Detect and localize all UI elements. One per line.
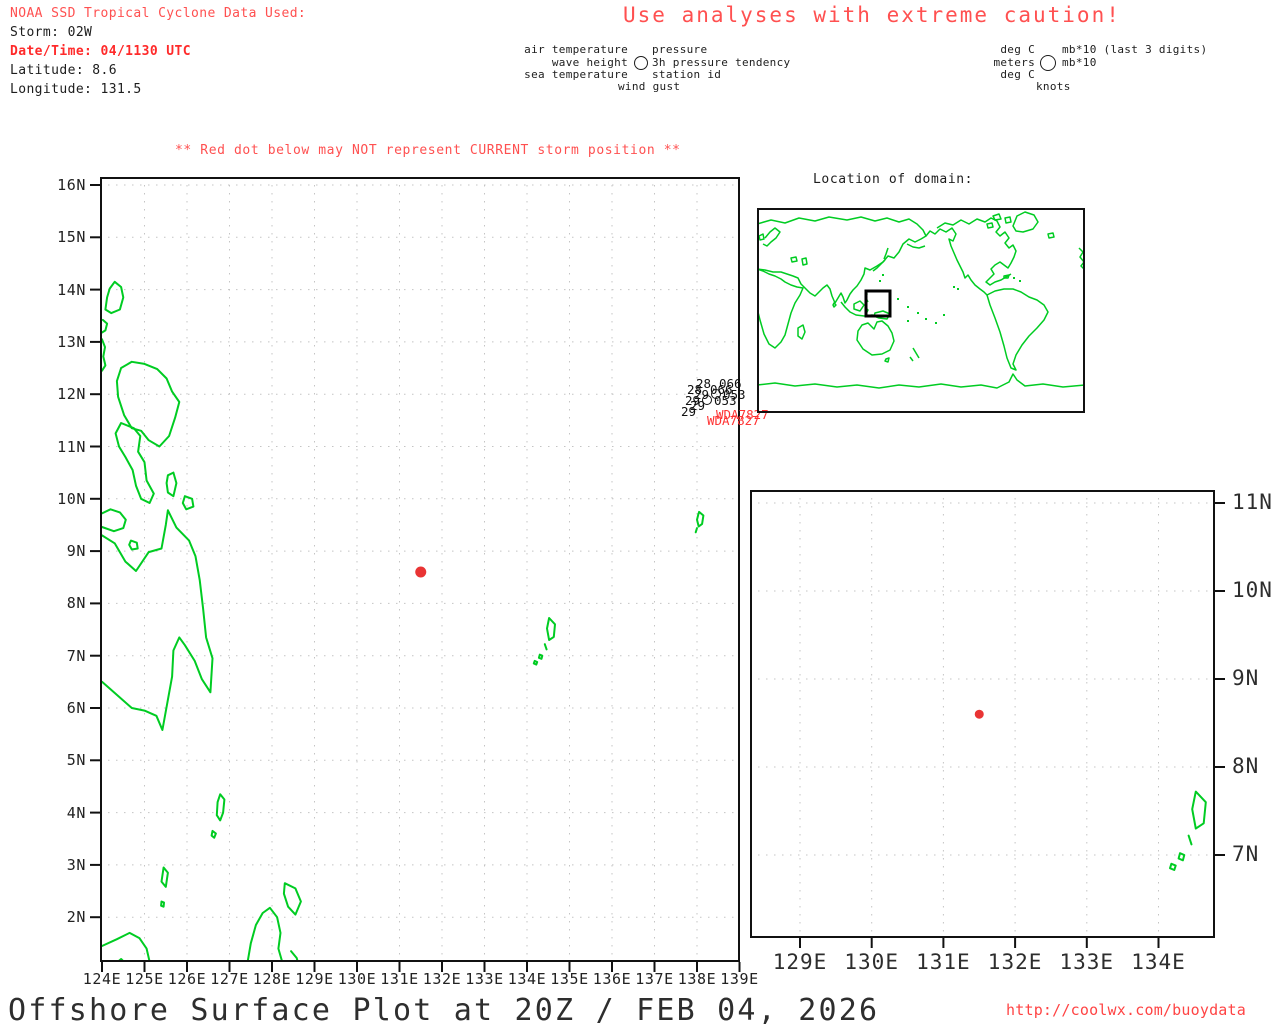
source-url[interactable]: http://coolwx.com/buoydata: [1006, 1001, 1246, 1019]
noaa-source-line: NOAA SSD Tropical Cyclone Data Used:: [10, 6, 307, 21]
legend-air-temperature: air temperature: [524, 43, 628, 56]
storm-name: Storm: 02W: [10, 25, 93, 40]
axis-label: 10N: [57, 489, 86, 508]
axis-label: 16N: [57, 176, 86, 194]
axis-label: 8N: [1232, 754, 1260, 778]
station-model-circle-icon: [634, 56, 648, 70]
station-tendency: 053: [723, 387, 746, 402]
axis-label: 131E: [916, 950, 971, 974]
axis-label: 139E: [720, 970, 759, 988]
storm-longitude: Longitude: 131.5: [10, 82, 142, 97]
axis-label: 3N: [66, 855, 86, 874]
axis-label: 11N: [57, 437, 86, 456]
units-pressure: mb*10 (last 3 digits): [1062, 43, 1208, 56]
axis-label: 2N: [66, 908, 86, 927]
legend-wind-gust: wind gust: [618, 80, 681, 93]
axis-label: 15N: [57, 228, 86, 247]
storm-position-warning: ** Red dot below may NOT represent CURRE…: [175, 143, 681, 158]
axis-label: 132E: [987, 950, 1043, 974]
units-tendency: mb*10: [1062, 56, 1097, 69]
axis-label: 12N: [57, 385, 86, 404]
axis-label: 6N: [66, 699, 86, 717]
axis-label: 7N: [66, 646, 86, 665]
world-coastline-map: [757, 208, 1085, 413]
axis-label: 9N: [66, 542, 86, 561]
axis-label: 130E: [844, 950, 899, 974]
axis-label: 11N: [1232, 490, 1273, 514]
caution-banner: Use analyses with extreme caution!: [623, 3, 1121, 27]
axis-label: 133E: [1059, 950, 1115, 974]
axis-label: 13N: [57, 332, 86, 351]
storm-datetime: Date/Time: 04/1130 UTC: [10, 44, 191, 59]
zoom-map-panel: 11N 10N 9N 8N 7N 129E 130E 131E 132E 133E 134E: [750, 490, 1272, 974]
station-sea-temp: 29: [690, 398, 706, 413]
legend-sea-temperature: sea temperature: [524, 68, 628, 81]
axis-label: 5N: [66, 751, 86, 770]
buoy-plot-page: NOAA SSD Tropical Cyclone Data Used: Sto…: [0, 0, 1280, 1024]
axis-label: 14N: [57, 280, 86, 299]
axis-label: 129E: [772, 950, 828, 974]
plot-title: Offshore Surface Plot at 20Z / FEB 04, 2…: [8, 993, 880, 1024]
storm-latitude: Latitude: 8.6: [10, 63, 117, 78]
units-sea-temp: deg C: [1000, 68, 1035, 81]
axis-label: 7N: [1232, 842, 1260, 866]
world-inset-map: [757, 208, 1085, 413]
axis-label: 9N: [1232, 666, 1260, 690]
units-wind-gust: knots: [1036, 80, 1071, 93]
axis-label: 4N: [66, 803, 86, 822]
axis-label: 8N: [66, 594, 86, 613]
units-model-circle-icon: [1040, 55, 1056, 71]
axis-label: 134E: [1131, 950, 1186, 974]
legend-pressure: pressure: [652, 43, 708, 56]
inset-title: Location of domain:: [813, 172, 974, 187]
station-circle-icon: [711, 389, 721, 399]
axis-label: 10N: [1232, 578, 1273, 602]
units-air-temp: deg C: [1000, 43, 1035, 56]
main-map-panel: 16N 15N 14N 13N 12N 11N 10N 9N 8N 7N 6N 5N 4N 3N 2N 124…: [57, 176, 758, 988]
